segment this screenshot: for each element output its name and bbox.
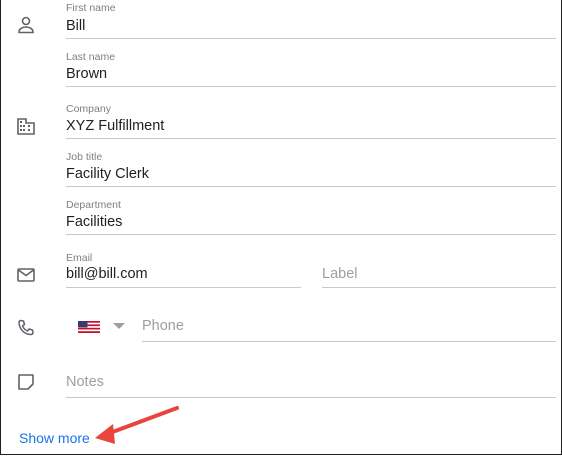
department-value: Facilities: [66, 214, 123, 230]
last-name-label: Last name: [66, 51, 116, 63]
phone-icon: [14, 316, 38, 340]
phone-field[interactable]: Phone: [142, 300, 556, 342]
company-label: Company: [66, 103, 111, 115]
company-field[interactable]: Company XYZ Fulfillment: [66, 100, 556, 140]
job-title-value: Facility Clerk: [66, 166, 149, 182]
email-field[interactable]: Email bill@bill.com: [66, 244, 301, 288]
last-name-underline: [66, 86, 556, 87]
notes-placeholder: Notes: [66, 374, 104, 390]
building-icon: [14, 114, 38, 138]
email-label-field[interactable]: Label: [322, 244, 556, 288]
last-name-value: Brown: [66, 66, 108, 82]
us-flag-icon[interactable]: [78, 320, 100, 333]
phone-underline: [142, 341, 556, 342]
notes-underline: [66, 397, 556, 398]
department-label: Department: [66, 199, 121, 211]
email-label-placeholder: Label: [322, 266, 358, 282]
email-label-underline: [322, 287, 556, 288]
first-name-value: Bill: [66, 18, 86, 34]
email-icon: [14, 263, 38, 287]
first-name-underline: [66, 38, 556, 39]
person-icon: [14, 13, 38, 37]
email-value: bill@bill.com: [66, 266, 148, 282]
job-title-label: Job title: [66, 151, 103, 163]
notes-icon: [14, 370, 38, 394]
department-field[interactable]: Department Facilities: [66, 196, 556, 236]
job-title-underline: [66, 186, 556, 187]
contact-form: First name Bill Last name Brown Company …: [0, 0, 562, 455]
first-name-field[interactable]: First name Bill: [66, 0, 556, 40]
job-title-field[interactable]: Job title Facility Clerk: [66, 148, 556, 188]
phone-placeholder: Phone: [142, 318, 184, 334]
last-name-field[interactable]: Last name Brown: [66, 48, 556, 88]
show-more-link[interactable]: Show more: [19, 430, 90, 446]
email-underline: [66, 287, 301, 288]
annotation-arrow: [95, 406, 179, 444]
department-underline: [66, 234, 556, 235]
company-underline: [66, 138, 556, 139]
chevron-down-icon[interactable]: [113, 323, 125, 329]
email-label: Email: [66, 252, 93, 264]
first-name-label: First name: [66, 2, 116, 14]
company-value: XYZ Fulfillment: [66, 118, 165, 134]
notes-field[interactable]: Notes: [66, 358, 556, 398]
